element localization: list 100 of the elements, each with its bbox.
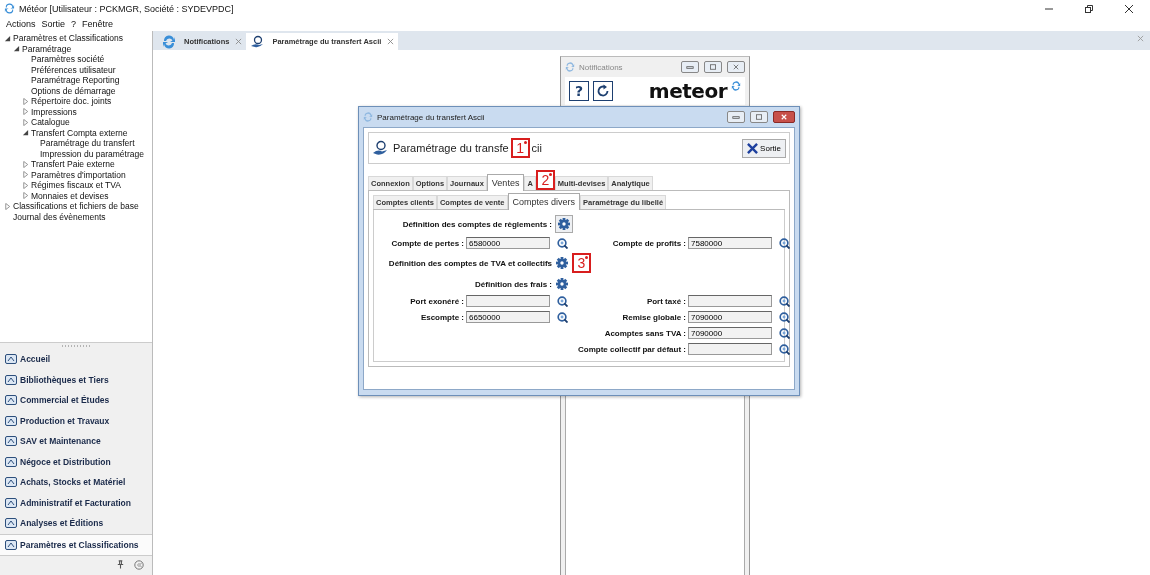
sync-icon — [162, 34, 176, 49]
window-title: Notifications — [579, 62, 623, 72]
tree-item[interactable]: Paramètres société — [31, 54, 105, 65]
maximize-button[interactable] — [704, 61, 722, 73]
account-field[interactable]: 7580000 — [688, 237, 772, 249]
collapsed-arrow-icon[interactable] — [22, 181, 29, 189]
refresh-icon[interactable] — [593, 81, 613, 101]
tree-item[interactable]: Transfert Paie externe — [31, 159, 115, 170]
menu-item[interactable]: Sortie — [41, 19, 66, 29]
minimize-button[interactable] — [727, 111, 745, 123]
search-icon[interactable] — [778, 343, 790, 355]
tab[interactable]: Ventes — [486, 174, 525, 191]
module-icon — [4, 352, 18, 367]
action-label: Définition des comptes de TVA et collectifs — [387, 258, 552, 268]
search-icon[interactable] — [556, 237, 568, 249]
module-item[interactable]: Bibliothèques et Tiers — [0, 370, 152, 390]
tree-item[interactable]: Catalogue — [31, 117, 70, 128]
field-label: Port taxé : — [645, 296, 687, 306]
module-icon — [4, 393, 18, 408]
module-item[interactable]: Commercial et Études — [0, 390, 152, 410]
search-icon[interactable] — [556, 311, 568, 323]
gear-icon[interactable] — [555, 256, 569, 270]
tree-item[interactable]: Paramétrage — [22, 43, 72, 54]
search-icon[interactable] — [778, 311, 790, 323]
module-item[interactable]: Accueil — [0, 349, 152, 369]
search-icon[interactable] — [778, 327, 790, 339]
brand-logo: meteor — [648, 79, 727, 103]
module-item[interactable]: SAV et Maintenance — [0, 431, 152, 451]
tree-item[interactable]: Impression du paramétrage — [40, 148, 144, 159]
restore-icon[interactable] — [1084, 3, 1094, 14]
module-item[interactable]: Achats, Stocks et Matériel — [0, 472, 152, 492]
coin-hand-icon — [372, 140, 388, 156]
tree-item[interactable]: Paramétrage du transfert — [40, 138, 135, 149]
close-button[interactable] — [773, 111, 795, 123]
search-icon[interactable] — [556, 295, 568, 307]
search-icon[interactable] — [778, 237, 790, 249]
field-label: Compte de profits : — [611, 238, 687, 248]
account-field[interactable]: 6580000 — [466, 237, 550, 249]
menu-item[interactable]: Fenêtre — [82, 19, 114, 29]
maximize-button[interactable] — [750, 111, 768, 123]
collapsed-arrow-icon[interactable] — [22, 192, 29, 200]
close-icon — [780, 114, 788, 120]
tree-item[interactable]: Monnaies et devises — [31, 190, 109, 201]
collapsed-arrow-icon[interactable] — [22, 118, 29, 126]
module-icon — [4, 434, 18, 449]
tree-item[interactable]: Classifications et fichiers de base — [13, 201, 139, 212]
minimize-button[interactable] — [681, 61, 699, 73]
tree-item[interactable]: Répertoire doc. joints — [31, 96, 112, 107]
collapsed-arrow-icon[interactable] — [22, 160, 29, 168]
account-field[interactable]: 6650000 — [466, 311, 550, 323]
close-button[interactable] — [727, 61, 745, 73]
field-label: Acomptes sans TVA : — [603, 328, 687, 338]
tree-item[interactable]: Journal des évènements — [13, 211, 106, 222]
exit-button[interactable]: Sortie — [742, 138, 786, 158]
account-field[interactable]: 7090000 — [688, 327, 772, 339]
app-logo-icon — [363, 112, 373, 122]
collapsed-arrow-icon[interactable] — [22, 171, 29, 179]
tree-item[interactable]: Transfert Compta externe — [31, 127, 128, 138]
menu-item[interactable]: Actions — [6, 19, 36, 29]
expanded-arrow-icon[interactable] — [22, 129, 29, 137]
tree-item[interactable]: Paramétrage Reporting — [31, 75, 120, 86]
expanded-arrow-icon[interactable] — [13, 45, 20, 53]
collapse-icon[interactable] — [134, 560, 144, 570]
help-button[interactable]: ? — [569, 81, 589, 101]
window-title: Paramétrage du transfert Ascii — [377, 112, 485, 122]
collapsed-arrow-icon[interactable] — [22, 97, 29, 105]
callout-marker: 3 — [572, 253, 591, 273]
account-field[interactable] — [688, 295, 772, 307]
module-item[interactable]: Négoce et Distribution — [0, 452, 152, 472]
close-icon — [732, 64, 740, 70]
tree-item[interactable]: Options de démarrage — [31, 85, 116, 96]
gear-icon[interactable] — [555, 277, 569, 291]
close-icon[interactable] — [1124, 3, 1134, 14]
expanded-arrow-icon[interactable] — [4, 34, 11, 42]
tab[interactable]: Comptes divers — [507, 193, 581, 210]
action-label: Définition des frais : — [474, 279, 552, 289]
account-field[interactable]: 7090000 — [688, 311, 772, 323]
pin-icon[interactable] — [116, 560, 125, 569]
search-icon[interactable] — [778, 295, 790, 307]
menu-item[interactable]: ? — [71, 19, 77, 29]
logo-icon — [731, 81, 741, 91]
tree-item[interactable]: Paramètres d'importation — [31, 169, 126, 180]
field-label: Escompte : — [419, 312, 465, 322]
module-item[interactable]: Administratif et Facturation — [0, 493, 152, 513]
field-label: Compte de pertes : — [390, 238, 465, 248]
account-field[interactable] — [466, 295, 550, 307]
account-field[interactable] — [688, 343, 772, 355]
maximize-icon — [755, 114, 763, 120]
tree-item[interactable]: Paramètres et Classifications — [13, 33, 124, 44]
tree-item[interactable]: Préférences utilisateur — [31, 64, 116, 75]
module-item[interactable]: Paramètres et Classifications — [0, 534, 152, 556]
module-item[interactable]: Production et Travaux — [0, 411, 152, 431]
gear-icon[interactable] — [555, 215, 573, 233]
action-label: Définition des comptes de règlements : — [401, 219, 552, 229]
tree-item[interactable]: Régimes fiscaux et TVA — [31, 180, 121, 191]
tree-item[interactable]: Impressions — [31, 106, 77, 117]
module-item[interactable]: Analyses et Éditions — [0, 513, 152, 533]
collapsed-arrow-icon[interactable] — [22, 108, 29, 116]
collapsed-arrow-icon[interactable] — [4, 202, 11, 210]
field-label: Remise globale : — [621, 312, 687, 322]
